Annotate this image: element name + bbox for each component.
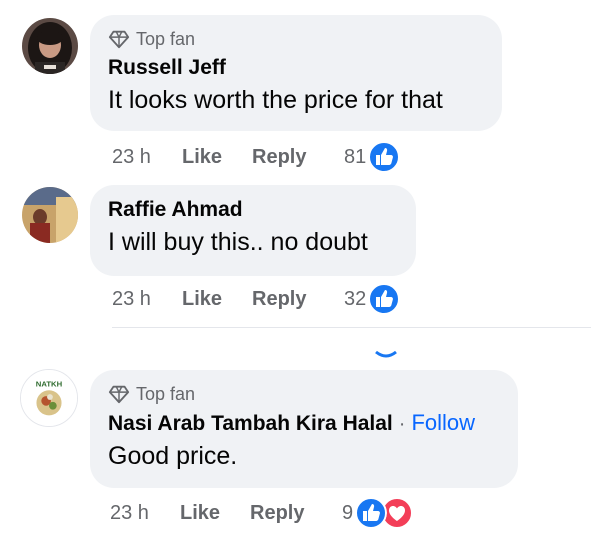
follow-button[interactable]: Follow xyxy=(411,410,475,436)
avatar-image xyxy=(22,187,78,243)
comment-actions: 23 h Like Reply 32 xyxy=(112,283,401,315)
reaction-count[interactable]: 81 xyxy=(344,146,366,169)
comment-actions: 23 h Like Reply 9 xyxy=(110,497,414,529)
reply-button[interactable]: Reply xyxy=(250,502,342,525)
timestamp[interactable]: 23 h xyxy=(112,146,182,169)
comment-russell-jeff: Top fan Russell Jeff It looks worth the … xyxy=(0,0,591,180)
avatar-nasi-arab[interactable]: NATKH xyxy=(20,369,78,427)
author-name[interactable]: Russell Jeff xyxy=(108,55,226,81)
timestamp[interactable]: 23 h xyxy=(112,288,182,311)
author-name[interactable]: Nasi Arab Tambah Kira Halal xyxy=(108,411,393,437)
reply-button[interactable]: Reply xyxy=(252,146,344,169)
divider xyxy=(112,327,591,328)
badge-label: Top fan xyxy=(136,383,196,404)
author-name[interactable]: Raffie Ahmad xyxy=(108,197,243,223)
separator-dot: · xyxy=(398,413,406,435)
like-button[interactable]: Like xyxy=(180,502,250,525)
avatar-russell-jeff[interactable] xyxy=(22,18,78,74)
avatar-image: NATKH xyxy=(21,370,77,426)
comment-text: I will buy this.. no doubt xyxy=(108,228,368,256)
reaction-partial-icon xyxy=(374,346,398,360)
top-fan-badge: Top fan xyxy=(108,382,500,406)
top-fan-badge: Top fan xyxy=(108,27,484,51)
comment-actions: 23 h Like Reply 81 xyxy=(112,141,401,173)
comment-nasi-arab: NATKH Top fan Nasi Arab Tambah Kira Hala… xyxy=(0,365,591,535)
diamond-icon xyxy=(108,30,130,49)
badge-label: Top fan xyxy=(136,28,196,49)
avatar-image xyxy=(22,18,78,74)
comment-raffie-ahmad: Raffie Ahmad I will buy this.. no doubt … xyxy=(0,180,591,330)
comment-text: It looks worth the price for that xyxy=(108,86,443,114)
reply-button[interactable]: Reply xyxy=(252,288,344,311)
comment-bubble: Top fan Russell Jeff It looks worth the … xyxy=(90,15,502,131)
logo-text: NATKH xyxy=(36,379,63,388)
comment-bubble: Top fan Nasi Arab Tambah Kira Halal · Fo… xyxy=(90,370,518,488)
comment-text: Good price. xyxy=(108,442,238,470)
diamond-icon xyxy=(108,385,130,404)
reaction-count[interactable]: 9 xyxy=(342,502,353,525)
like-button[interactable]: Like xyxy=(182,288,252,311)
like-icon[interactable] xyxy=(368,141,401,173)
like-button[interactable]: Like xyxy=(182,146,252,169)
avatar-raffie-ahmad[interactable] xyxy=(22,187,78,243)
like-icon[interactable] xyxy=(368,283,401,315)
timestamp[interactable]: 23 h xyxy=(110,502,180,525)
reaction-count[interactable]: 32 xyxy=(344,288,366,311)
comment-bubble: Raffie Ahmad I will buy this.. no doubt xyxy=(90,185,416,276)
like-icon[interactable] xyxy=(355,497,388,529)
